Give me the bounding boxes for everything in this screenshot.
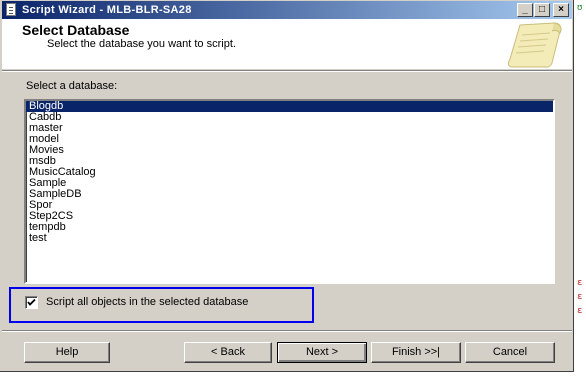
database-list-item[interactable]: test xyxy=(26,233,553,244)
document-icon xyxy=(6,3,16,16)
database-list-label: Select a database: xyxy=(26,80,118,92)
header-separator xyxy=(2,70,572,72)
cancel-button[interactable]: Cancel xyxy=(465,342,555,363)
database-list-item[interactable]: Blogdb xyxy=(26,101,553,112)
back-button[interactable]: < Back xyxy=(184,342,272,363)
database-list-item[interactable]: model xyxy=(26,134,553,145)
window-title: Script Wizard - MLB-BLR-SA28 xyxy=(22,4,192,16)
database-list-item[interactable]: Step2CS xyxy=(26,211,553,222)
script-all-label[interactable]: Script all objects in the selected datab… xyxy=(46,296,248,308)
scroll-icon xyxy=(507,22,562,68)
database-listbox[interactable]: Blogdb Cabdb master model Movies msdb MusicCat… xyxy=(24,99,555,284)
checkmark-icon xyxy=(27,298,36,306)
database-list-item[interactable]: master xyxy=(26,123,553,134)
next-button[interactable]: Next > xyxy=(277,342,367,363)
database-list-item[interactable]: MusicCatalog xyxy=(26,167,553,178)
database-list-item[interactable]: Cabdb xyxy=(26,112,553,123)
footer-separator xyxy=(2,330,572,332)
database-list-item[interactable]: SampleDB xyxy=(26,189,553,200)
script-all-checkbox[interactable] xyxy=(25,296,38,309)
finish-button[interactable]: Finish >>| xyxy=(371,342,461,363)
script-wizard-window: Script Wizard - MLB-BLR-SA28 _ □ × Selec… xyxy=(0,0,574,372)
database-list-item[interactable]: tempdb xyxy=(26,222,553,233)
wizard-header: Select Database Select the database you … xyxy=(2,19,572,69)
title-bar[interactable]: Script Wizard - MLB-BLR-SA28 _ □ × xyxy=(2,1,572,19)
maximize-button[interactable]: □ xyxy=(534,3,550,17)
database-list-item[interactable]: msdb xyxy=(26,156,553,167)
page-subtitle: Select the database you want to script. xyxy=(47,38,236,50)
script-all-highlight: Script all objects in the selected datab… xyxy=(9,287,314,323)
close-button[interactable]: × xyxy=(553,3,569,17)
database-list-item[interactable]: Spor xyxy=(26,200,553,211)
database-list-item[interactable]: Sample xyxy=(26,178,553,189)
database-list-item[interactable]: Movies xyxy=(26,145,553,156)
page-title: Select Database xyxy=(22,22,130,38)
help-button[interactable]: Help xyxy=(24,342,110,363)
minimize-button[interactable]: _ xyxy=(517,3,533,17)
background-edge: ʊ ɛ ɛ ɛ xyxy=(577,3,583,316)
